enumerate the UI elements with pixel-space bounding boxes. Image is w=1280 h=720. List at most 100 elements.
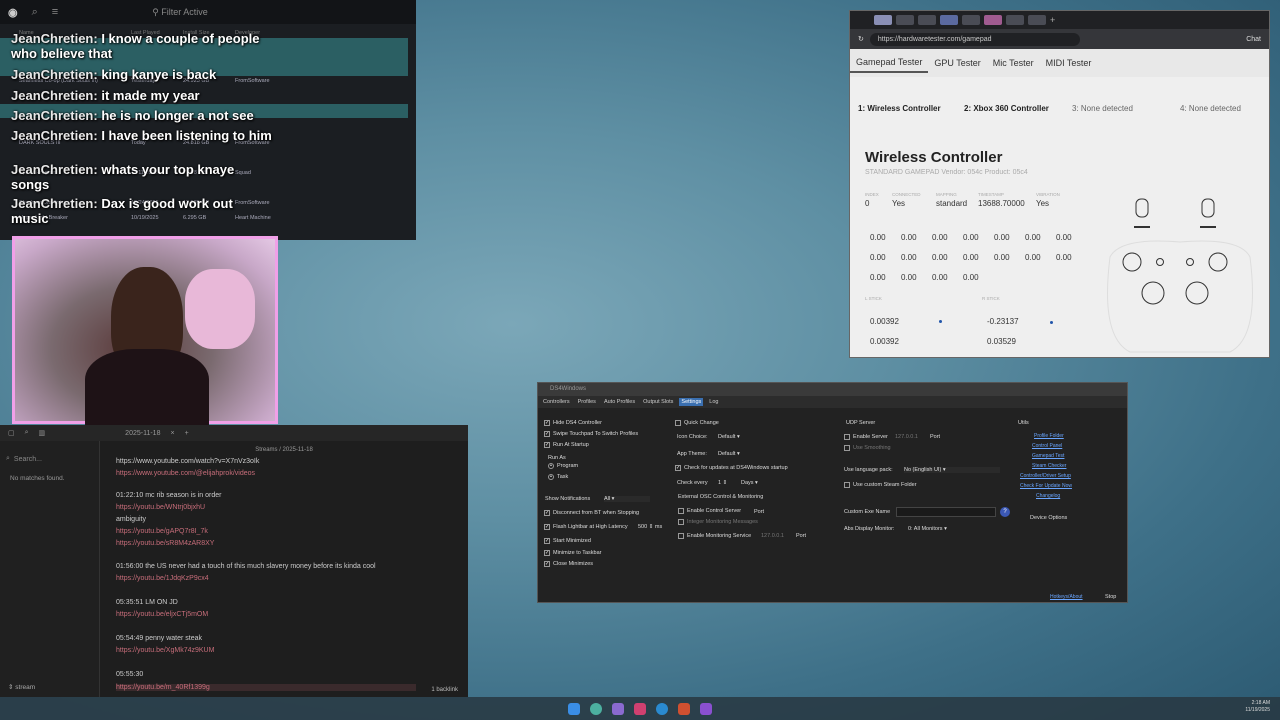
vault-switcher[interactable]: ⇕ stream (8, 683, 35, 691)
custom-exe-input[interactable] (896, 507, 996, 517)
tab-auto-profiles[interactable]: Auto Profiles (602, 398, 637, 406)
edge-app-icon[interactable] (656, 702, 668, 715)
note-link[interactable]: https://www.youtube.com/@elijahprok/vide… (116, 470, 255, 477)
device-options-button[interactable]: Device Options (1030, 515, 1067, 521)
new-tab-icon[interactable]: + (185, 430, 189, 437)
tab-controllers[interactable]: Controllers (541, 398, 572, 406)
app-theme-select[interactable]: Default ▾ (718, 451, 740, 457)
integer-monitoring-checkbox[interactable]: Integer Monitoring Messages (678, 519, 758, 525)
help-icon[interactable]: ? (1000, 507, 1010, 517)
custom-steam-checkbox[interactable]: Use custom Steam Folder (844, 482, 917, 488)
slot-3[interactable]: 3: None detected (1072, 104, 1133, 113)
browser-toolbar: ↻ https://hardwaretester.com/gamepad Cha… (850, 29, 1269, 49)
folder-icon[interactable]: ▢ (8, 429, 15, 437)
browser-app-icon[interactable] (590, 702, 602, 715)
notifications-select[interactable]: All ▾ (604, 496, 650, 502)
days-select[interactable]: Days ▾ (741, 480, 758, 486)
util-gamepad-test[interactable]: Gamepad Test (1032, 453, 1064, 459)
close-tab-icon[interactable]: × (170, 430, 174, 437)
slot-1[interactable]: 1: Wireless Controller (858, 104, 941, 113)
latency-input[interactable]: 500 ⇕ ms (638, 524, 662, 530)
monitor-ip[interactable]: 127.0.0.1 (761, 533, 784, 539)
util-control-panel[interactable]: Control Panel (1032, 443, 1062, 449)
slot-2[interactable]: 2: Xbox 360 Controller (964, 104, 1049, 113)
address-bar[interactable]: https://hardwaretester.com/gamepad (869, 32, 1080, 46)
run-startup-checkbox[interactable]: ✓ Run At Startup (544, 442, 589, 448)
reload-icon[interactable]: ↻ (858, 35, 864, 43)
enable-server-checkbox[interactable]: Enable Server (844, 434, 888, 440)
quick-change-checkbox[interactable]: Quick Change (675, 420, 719, 426)
nav-gpu-tester[interactable]: GPU Tester (928, 54, 986, 72)
slot-4[interactable]: 4: None detected (1180, 104, 1241, 113)
use-smoothing-checkbox[interactable]: Use Smoothing (844, 445, 891, 451)
util-profile-folder[interactable]: Profile Folder (1034, 433, 1064, 439)
controller-app-icon[interactable] (678, 702, 690, 715)
check-every-input[interactable]: 1 ⇕ (718, 480, 727, 486)
run-as-task-radio[interactable]: • Task (548, 474, 568, 480)
browser-tab[interactable] (962, 15, 980, 25)
search-icon[interactable]: ⌕ (25, 429, 29, 437)
util-driver-setup[interactable]: Controller/Driver Setup (1020, 473, 1071, 479)
check-updates-checkbox[interactable]: ✓ Check for updates at DS4Windows startup (675, 465, 788, 471)
flash-lightbar-checkbox[interactable]: ✓ Flash Lightbar at High Latency (544, 524, 628, 530)
tab-date[interactable]: 2025-11-18 (125, 430, 160, 437)
run-as-program-radio[interactable]: • Program (548, 463, 578, 469)
start-icon[interactable] (568, 702, 580, 715)
tab-log[interactable]: Log (707, 398, 720, 406)
chat-button[interactable]: Chat (1246, 36, 1261, 43)
monitoring-service-checkbox[interactable]: Enable Monitoring Service (678, 533, 751, 539)
browser-tab[interactable] (1006, 15, 1024, 25)
browser-tab[interactable] (896, 15, 914, 25)
language-select[interactable]: No (English UI) ▾ (904, 467, 1000, 473)
hotkeys-about-link[interactable]: Hotkeys/About (1050, 594, 1083, 600)
util-check-update[interactable]: Check For Update Now (1020, 483, 1072, 489)
nav-mic-tester[interactable]: Mic Tester (987, 54, 1040, 72)
disconnect-bt-checkbox[interactable]: ✓ Disconnect from BT when Stopping (544, 510, 639, 516)
backlink-count[interactable]: 1 backlink (431, 687, 458, 693)
minimize-taskbar-checkbox[interactable]: ✓ Minimize to Taskbar (544, 550, 602, 556)
filter-icon[interactable]: ⚲ Filter Active (152, 7, 208, 18)
close-minimizes-checkbox[interactable]: ✓ Close Minimizes (544, 561, 593, 567)
icon-choice-select[interactable]: Default ▾ (718, 434, 740, 440)
note-link[interactable]: https://youtu.be/1JdqKzP9cx4 (116, 575, 209, 582)
game-app-icon[interactable] (634, 702, 646, 715)
browser-tab[interactable] (1028, 15, 1046, 25)
browser-tab[interactable] (940, 15, 958, 25)
sidebar-icon[interactable]: ▥ (39, 429, 46, 437)
abs-display-select[interactable]: 0: All Monitors ▾ (908, 526, 947, 532)
nav-gamepad-tester[interactable]: Gamepad Tester (850, 53, 929, 73)
notes-app-icon[interactable] (612, 702, 624, 715)
note-line[interactable]: https://www.youtube.com/watch?v=X7nVz3oI… (116, 458, 259, 465)
note-link-active[interactable]: https://youtu.be/m_40Rf1399g (116, 684, 416, 691)
browser-tab[interactable] (874, 15, 892, 25)
stop-button[interactable]: Stop (1105, 594, 1116, 600)
obsidian-app-icon[interactable] (700, 702, 712, 715)
browser-tab[interactable] (918, 15, 936, 25)
hide-ds4-checkbox[interactable]: ✓ Hide DS4 Controller (544, 420, 602, 426)
swipe-touchpad-checkbox[interactable]: ✓ Swipe Touchpad To Switch Profiles (544, 431, 638, 437)
tab-profiles[interactable]: Profiles (576, 398, 598, 406)
util-changelog[interactable]: Changelog (1036, 493, 1060, 499)
note-link[interactable]: https://youtu.be/WNtrj0bjxhU (116, 504, 205, 511)
menu-icon[interactable]: ≡ (52, 6, 58, 18)
note-link[interactable]: https://youtu.be/sR8M4zAR8XY (116, 540, 214, 547)
browser-tab[interactable] (984, 15, 1002, 25)
ds4-tabs: Controllers Profiles Auto Profiles Outpu… (538, 396, 1127, 408)
notes-editor[interactable]: Streams / 2025-11-18 https://www.youtube… (100, 441, 468, 697)
control-server-checkbox[interactable]: Enable Control Server (678, 508, 741, 514)
tab-output-slots[interactable]: Output Slots (641, 398, 675, 406)
note-link[interactable]: https://youtu.be/eljxCTj5mOM (116, 611, 208, 618)
new-tab-icon[interactable]: + (1050, 15, 1055, 25)
note-link[interactable]: https://youtu.be/XgMk74z9KUM (116, 647, 214, 654)
system-clock[interactable]: 2:18 AM 11/19/2025 (1245, 700, 1270, 714)
nav-midi-tester[interactable]: MIDI Tester (1040, 54, 1098, 72)
note-link[interactable]: https://youtu.be/gAPQ7r8I_7k (116, 528, 208, 535)
search-input[interactable]: ⌕ Search... (6, 453, 93, 465)
search-icon[interactable]: ⌕ (32, 6, 38, 19)
start-minimized-checkbox[interactable]: ✓ Start Minimized (544, 538, 591, 544)
tab-settings[interactable]: Settings (679, 398, 704, 406)
server-ip[interactable]: 127.0.0.1 (895, 434, 918, 440)
util-steam-checker[interactable]: Steam Checker (1032, 463, 1066, 469)
checkbox-label: Check for updates at DS4Windows startup (684, 465, 788, 471)
search-placeholder: Search... (13, 455, 42, 463)
